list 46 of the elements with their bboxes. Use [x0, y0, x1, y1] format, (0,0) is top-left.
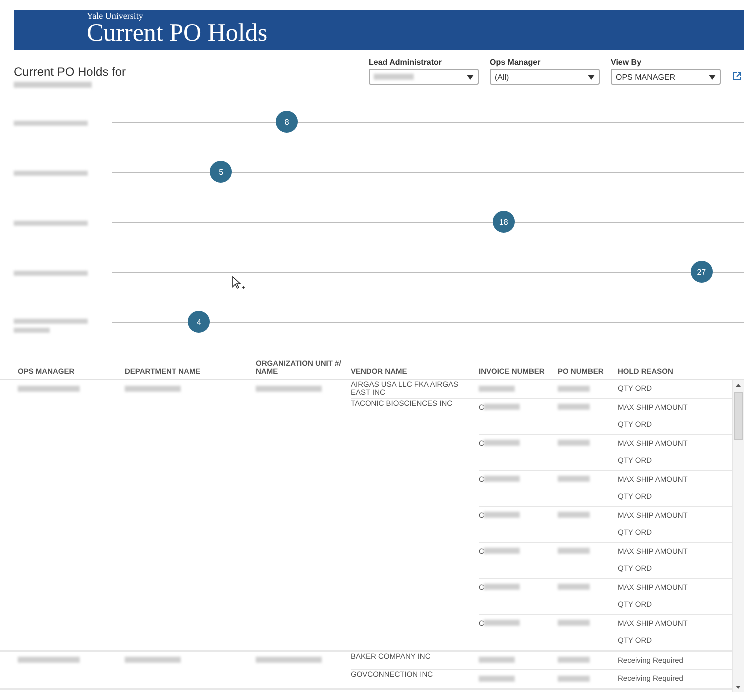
caret-icon[interactable]	[588, 74, 595, 80]
count-marker[interactable]: 27	[690, 261, 713, 283]
caret-icon[interactable]	[709, 74, 716, 80]
redacted-text	[558, 476, 590, 482]
redacted-text	[484, 548, 520, 554]
scrollbar[interactable]	[732, 380, 744, 692]
redacted-text	[558, 440, 590, 446]
count-marker[interactable]: 8	[276, 111, 298, 133]
filter-label: Lead Administrator	[369, 58, 444, 68]
redacted-text	[479, 386, 515, 392]
university-name: Yale University	[87, 12, 144, 21]
redacted-text	[484, 584, 520, 590]
dropdown[interactable]: OPS MANAGER	[611, 69, 721, 85]
redacted-text	[558, 657, 590, 664]
redacted-text	[558, 584, 590, 590]
redacted-text	[479, 657, 515, 664]
redacted-text	[558, 404, 590, 410]
redacted-text	[558, 620, 590, 626]
scrollbar-thumb[interactable]	[734, 392, 743, 440]
cursor-icon	[232, 276, 245, 290]
redacted-text	[125, 386, 181, 392]
redacted-text	[484, 620, 520, 626]
count-marker[interactable]: 18	[492, 211, 515, 233]
redacted-text	[18, 657, 80, 664]
redacted-text	[256, 657, 322, 664]
redacted-text	[484, 404, 520, 410]
caret-icon[interactable]	[467, 74, 474, 80]
redacted-text	[479, 676, 515, 682]
redacted-text	[484, 512, 520, 518]
redacted-text	[484, 440, 520, 446]
external-link-icon[interactable]	[733, 72, 742, 81]
page-title: Current PO Holds	[87, 21, 268, 46]
redacted-text	[558, 386, 590, 392]
redacted-text	[558, 676, 590, 682]
subtitle: Current PO Holds for	[14, 65, 126, 79]
redacted-text	[256, 386, 322, 392]
count-marker[interactable]: 4	[188, 311, 210, 333]
filter-label: Ops Manager	[490, 58, 542, 68]
redacted-text	[18, 386, 80, 392]
count-marker[interactable]: 5	[210, 161, 232, 183]
redacted-text	[484, 476, 520, 482]
redacted-text	[125, 657, 181, 664]
redacted-text	[558, 548, 590, 554]
dropdown[interactable]: (All)	[490, 69, 600, 85]
filter-label: View By	[611, 58, 643, 68]
redacted-text	[558, 512, 590, 518]
